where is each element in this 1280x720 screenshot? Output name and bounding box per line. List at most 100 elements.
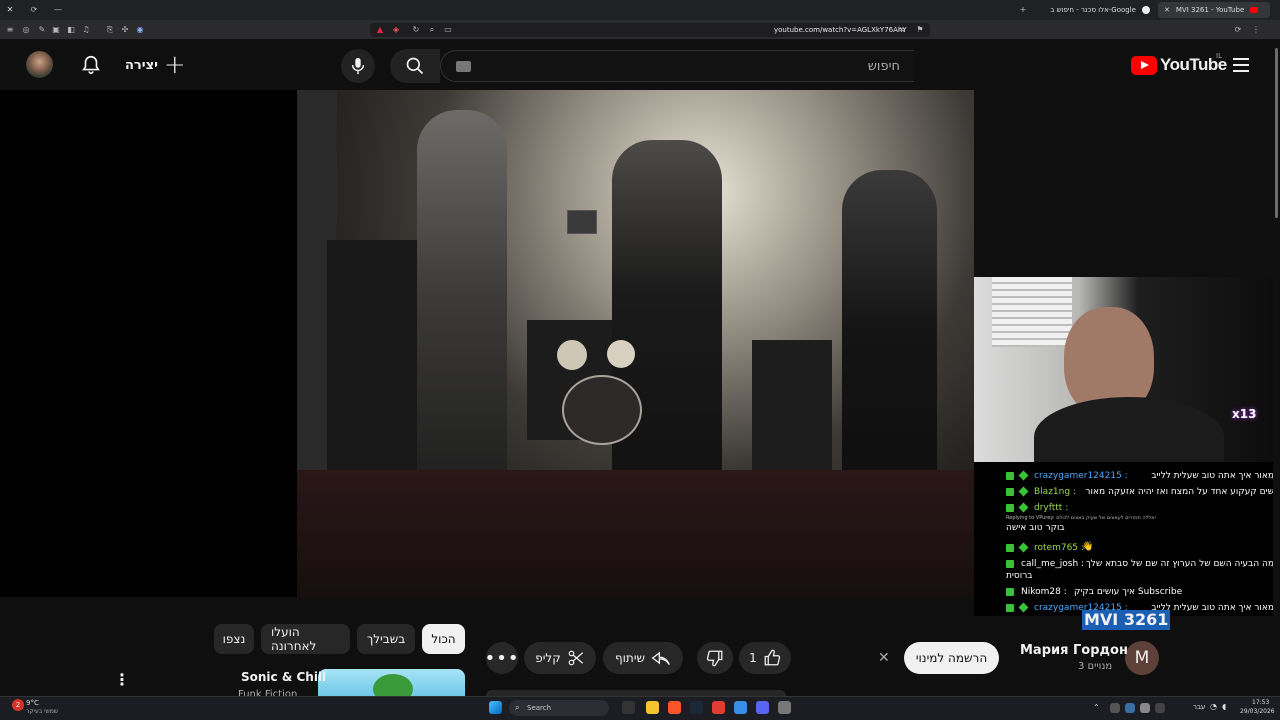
chat-text: 👋 xyxy=(1082,542,1094,552)
thumbs-up-icon xyxy=(764,649,780,666)
brave-shield-icon[interactable]: ◈ xyxy=(392,26,400,34)
chat-text: שים קעקוע אחד על המצח ואז יהיה אזעקה מאו… xyxy=(1085,487,1274,497)
clip-label: קליפ xyxy=(535,651,561,665)
window-icon[interactable]: ▣ xyxy=(52,26,60,34)
tab-google-search[interactable]: אלו סכנר - חיפוש ב-Google xyxy=(1040,2,1156,18)
wifi-icon[interactable]: ◔ xyxy=(1210,702,1217,711)
clock-time[interactable]: 17:53 xyxy=(1252,699,1269,706)
clip-button[interactable]: קליפ xyxy=(524,642,596,674)
dismiss-icon[interactable]: ✕ xyxy=(878,650,890,666)
youtube-logo[interactable]: YouTube xyxy=(1131,55,1227,75)
account-avatar[interactable] xyxy=(26,51,53,78)
search-icon xyxy=(406,57,424,75)
taskbar-search[interactable]: ⌕ Search xyxy=(509,700,609,716)
chat-message: call_me_josh : מה הבעיה השם של הערוץ זה … xyxy=(974,558,1274,584)
microphone-icon xyxy=(351,57,365,75)
channel-avatar[interactable]: M xyxy=(1125,641,1159,675)
like-button[interactable]: 1 xyxy=(739,642,791,674)
tray-app-icon[interactable] xyxy=(1140,703,1150,713)
create-button[interactable]: יצירה + xyxy=(125,50,186,80)
chat-username: rotem765 : xyxy=(1034,543,1084,553)
pen-icon[interactable]: ✎ xyxy=(38,26,46,34)
refresh-small-icon[interactable]: ⟳ xyxy=(30,6,38,14)
chat-text: מה הבעיה השם של הערוץ זה שם של סבתא שלך xyxy=(1085,559,1274,569)
search-button[interactable] xyxy=(390,49,440,83)
discord-icon[interactable] xyxy=(756,701,769,714)
plus-icon: + xyxy=(163,50,186,80)
share-button[interactable]: שיתוף xyxy=(603,642,683,674)
tab-youtube[interactable]: ✕ MVI 3261 - YouTube xyxy=(1158,2,1270,18)
weather-temp: 9°C xyxy=(26,699,39,707)
store-icon[interactable] xyxy=(734,701,747,714)
cast-icon[interactable]: ▭ xyxy=(444,26,452,34)
video-frame[interactable] xyxy=(297,90,974,597)
dislike-button[interactable] xyxy=(697,642,733,674)
chip-for-you[interactable]: בשבילך xyxy=(357,624,415,654)
music-icon[interactable]: ♫ xyxy=(82,26,90,34)
reload-icon[interactable]: ⟳ xyxy=(1234,26,1242,34)
search-placeholder: חיפוש xyxy=(867,59,900,74)
tray-app-icon[interactable] xyxy=(1125,703,1135,713)
thumbs-down-icon xyxy=(706,650,723,667)
warning-icon[interactable]: ▲ xyxy=(376,26,384,34)
moderator-badge-icon xyxy=(1006,504,1014,512)
weather-text: שמשי בעיקר xyxy=(26,708,59,715)
minimize-icon[interactable]: — xyxy=(54,6,62,14)
keyboard-language[interactable]: עבר xyxy=(1193,703,1205,711)
audio-icon[interactable]: ◉ xyxy=(136,26,144,34)
channel-name[interactable]: Мария Гордон xyxy=(1020,643,1128,658)
settings-icon[interactable] xyxy=(778,701,791,714)
moderator-badge-icon xyxy=(1006,472,1014,480)
voice-search-button[interactable] xyxy=(341,49,375,83)
share-url-icon[interactable]: ↻ xyxy=(412,26,420,34)
tray-app-icon[interactable] xyxy=(1155,703,1165,713)
chip-watched[interactable]: נצפו xyxy=(214,624,254,654)
close-window-icon[interactable]: ✕ xyxy=(6,6,14,14)
chat-text: מאור איך אתה טוב שעלית ללייב xyxy=(1151,471,1274,481)
scrollbar-thumb[interactable] xyxy=(1275,48,1278,218)
youtube-favicon-icon xyxy=(1250,7,1259,13)
tray-app-icon[interactable] xyxy=(1110,703,1120,713)
recommendation-thumbnail[interactable] xyxy=(318,669,465,696)
chat-username: dryfttt : xyxy=(1034,503,1069,513)
steam-icon[interactable] xyxy=(690,701,703,714)
tray-chevron-icon[interactable]: ⌃ xyxy=(1093,703,1100,712)
chip-recently-uploaded[interactable]: הועלו לאחרונה xyxy=(261,624,350,654)
moderator-badge-icon xyxy=(1006,588,1014,596)
streamer-shirt xyxy=(1034,397,1224,464)
recommendation-menu-icon[interactable]: ⋮ xyxy=(114,670,130,689)
browser-tab-bar: ✕ ⟳ — + אלו סכנר - חיפוש ב-Google ✕ MVI … xyxy=(0,0,1280,20)
guide-menu-icon[interactable] xyxy=(1233,58,1249,72)
bookmark-icon[interactable]: ⚑ xyxy=(916,26,924,34)
sidebar-icon[interactable]: ◧ xyxy=(67,26,75,34)
volume-icon[interactable]: ◖ xyxy=(1222,702,1226,711)
translate-icon[interactable]: ⇋ xyxy=(898,26,906,34)
subscriber-count: 3 מנויים xyxy=(1078,661,1113,672)
chat-text-continued: ברוסית xyxy=(1006,571,1033,581)
file-explorer-icon[interactable] xyxy=(646,701,659,714)
zoom-icon[interactable]: ⌕ xyxy=(428,26,436,34)
brave-browser-icon[interactable] xyxy=(668,701,681,714)
app-icon[interactable] xyxy=(712,701,725,714)
more-actions-button[interactable]: ••• xyxy=(485,642,518,674)
create-label: יצירה xyxy=(125,57,158,73)
keyboard-icon[interactable] xyxy=(456,61,471,72)
clock-date[interactable]: 29/03/2026 xyxy=(1240,708,1275,715)
new-tab-icon[interactable]: + xyxy=(1019,6,1027,14)
recommendation-title[interactable]: Sonic & Chill xyxy=(241,670,326,684)
close-tab-icon[interactable]: ✕ xyxy=(1164,6,1170,14)
windows-start-icon[interactable] xyxy=(489,701,502,714)
extension-icon[interactable]: ◎ xyxy=(22,26,30,34)
chat-message: Nikom28 : איך עושים בקיק Subscribe xyxy=(974,586,1274,600)
subscribe-button[interactable]: הרשמה למינוי xyxy=(904,642,999,674)
chip-all[interactable]: הכול xyxy=(422,624,465,654)
address-bar[interactable]: ▲ ◈ ↻ ⌕ ▭ youtube.com/watch?v=AGLXkY76Ah… xyxy=(370,23,930,37)
notifications-bell-icon[interactable] xyxy=(80,54,102,76)
task-view-icon[interactable] xyxy=(622,701,635,714)
puzzle-icon[interactable]: ✣ xyxy=(121,26,129,34)
more-icon[interactable]: ⋮ xyxy=(1252,26,1260,34)
chat-text: בוקר טוב אישה xyxy=(1006,523,1065,533)
screenshot-icon[interactable]: ⎘ xyxy=(106,26,114,34)
menu-icon[interactable]: ≡ xyxy=(6,26,14,34)
search-input[interactable]: חיפוש xyxy=(440,50,914,82)
